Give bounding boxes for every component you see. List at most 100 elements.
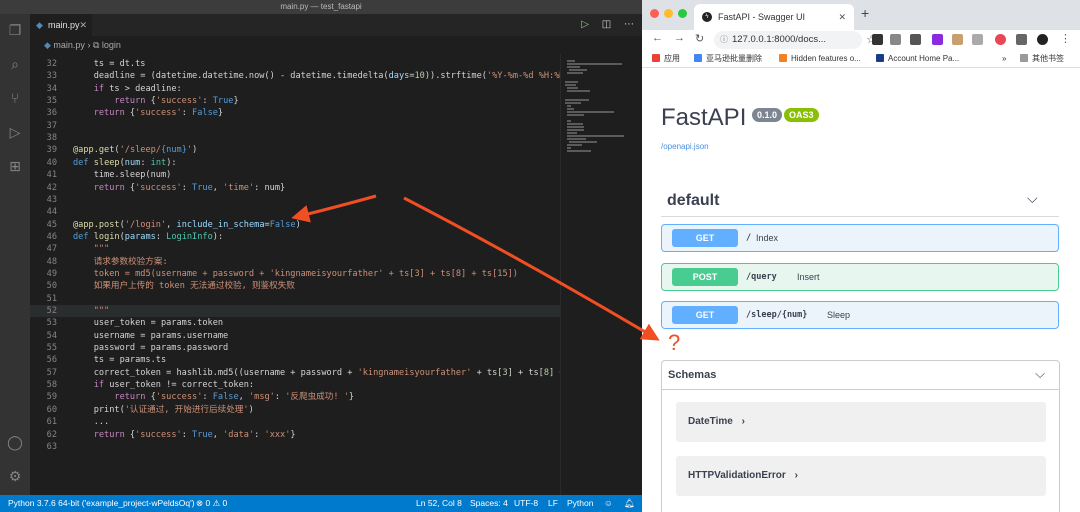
code-line[interactable]: 47 """ xyxy=(30,243,560,255)
operation-get-index[interactable]: GET / Index xyxy=(661,224,1059,252)
code-line[interactable]: 33 deadline = (datetime.datetime.now() -… xyxy=(30,70,560,82)
bookmark-other[interactable]: 其他书签 xyxy=(1020,50,1064,68)
info-icon[interactable]: ⓘ xyxy=(720,31,728,49)
run-icon[interactable]: ▷ xyxy=(581,19,589,30)
search-icon[interactable]: ⌕ xyxy=(7,56,23,72)
model-httpvalidationerror[interactable]: HTTPValidationError › xyxy=(676,456,1046,496)
status-language[interactable]: Python xyxy=(567,495,593,512)
chevron-down-icon[interactable]: ⌵ xyxy=(1027,190,1038,207)
code-line[interactable]: 46 def login(params: LoginInfo): xyxy=(30,231,560,243)
code-line[interactable]: 37 xyxy=(30,120,560,132)
openapi-json-link[interactable]: /openapi.json xyxy=(661,142,709,151)
code-line[interactable]: 57 correct_token = hashlib.md5((username… xyxy=(30,367,560,379)
feedback-icon[interactable]: ☺ xyxy=(604,495,613,512)
section-default-title[interactable]: default xyxy=(667,192,719,210)
code-line[interactable]: 32 ts = dt.ts xyxy=(30,58,560,70)
code-line[interactable]: 50 如果用户上传的 token 无法通过校验, 则鉴权失败 xyxy=(30,280,560,292)
line-number: 36 xyxy=(46,108,57,119)
code-line[interactable]: 42 return {'success': True, 'time': num} xyxy=(30,182,560,194)
explorer-icon[interactable]: ❐ xyxy=(7,22,23,38)
status-position[interactable]: Ln 52, Col 8 xyxy=(416,495,462,512)
code-line[interactable]: 60 print('认证通过, 开始进行后续处理') xyxy=(30,404,560,416)
run-debug-icon[interactable]: ▷ xyxy=(7,124,23,140)
code-line[interactable]: 54 username = params.username xyxy=(30,330,560,342)
split-editor-icon[interactable]: ◫ xyxy=(602,19,611,30)
code-line[interactable]: 62 return {'success': True, 'data': 'xxx… xyxy=(30,429,560,441)
maximize-window-icon[interactable] xyxy=(678,9,687,18)
code-line[interactable]: 56 ts = params.ts xyxy=(30,354,560,366)
extension-red-icon[interactable] xyxy=(995,34,1006,45)
browser-window: ϟ FastAPI - Swagger UI ✕ + ← → ↻ ⓘ 127.0… xyxy=(642,0,1080,512)
close-window-icon[interactable] xyxy=(650,9,659,18)
status-encoding[interactable]: UTF-8 xyxy=(514,495,538,512)
extension-box-icon[interactable] xyxy=(910,34,921,45)
operation-get-sleep[interactable]: GET /sleep/{num} Sleep xyxy=(661,301,1059,329)
operation-post-query[interactable]: POST /query Insert xyxy=(661,263,1059,291)
status-spaces[interactable]: Spaces: 4 xyxy=(470,495,508,512)
bookmarks-more[interactable]: » xyxy=(1002,50,1006,68)
minimap[interactable] xyxy=(560,54,642,495)
chevron-down-icon[interactable]: ⌵ xyxy=(1035,366,1045,382)
breadcrumb-symbol[interactable]: login xyxy=(102,40,121,50)
code-line[interactable]: 44 xyxy=(30,206,560,218)
code-text: """ xyxy=(93,306,110,316)
status-problems[interactable]: ⊗ 0 ⚠ 0 xyxy=(196,495,227,512)
code-line[interactable]: 38 xyxy=(30,132,560,144)
account-icon[interactable]: ◯ xyxy=(7,434,23,450)
extension-toggle-icon[interactable] xyxy=(972,34,983,45)
menu-kebab-icon[interactable]: ⋮ xyxy=(1060,32,1071,45)
extension-face-icon[interactable] xyxy=(952,34,963,45)
breadcrumb-file[interactable]: main.py xyxy=(53,40,85,50)
code-line[interactable]: 34 if ts > deadline: xyxy=(30,83,560,95)
more-actions-icon[interactable]: ⋯ xyxy=(624,19,634,30)
model-datetime[interactable]: DateTime › xyxy=(676,402,1046,442)
forward-icon[interactable]: → xyxy=(674,32,685,44)
code-editor[interactable]: 32 ts = dt.ts 33 deadline = (datetime.dat… xyxy=(30,54,560,495)
back-icon[interactable]: ← xyxy=(652,32,663,44)
browser-tab-swagger[interactable]: ϟ FastAPI - Swagger UI ✕ xyxy=(694,4,854,30)
address-bar[interactable]: ⓘ 127.0.0.1:8000/docs... ☆ xyxy=(714,31,876,49)
code-line[interactable]: 35 return {'success': True} xyxy=(30,95,560,107)
code-line[interactable]: 63 xyxy=(30,441,560,453)
new-tab-icon[interactable]: + xyxy=(861,5,869,21)
status-interpreter[interactable]: Python 3.7.6 64-bit ('example_project-wP… xyxy=(8,495,195,512)
line-number: 63 xyxy=(46,441,57,452)
code-line[interactable]: 61 ... xyxy=(30,416,560,428)
extension-shield-icon[interactable] xyxy=(890,34,901,45)
code-line[interactable]: 53 user_token = params.token xyxy=(30,317,560,329)
extensions-icon[interactable]: ⊞ xyxy=(7,158,23,174)
tab-main-py[interactable]: ◆ main.py ✕ xyxy=(30,14,92,36)
code-line[interactable]: 40 def sleep(num: int): xyxy=(30,157,560,169)
bookmark-account-home[interactable]: Account Home Pa... xyxy=(876,50,959,68)
source-control-icon[interactable]: ⑂ xyxy=(7,90,23,106)
bookmark-hidden-features[interactable]: Hidden features o... xyxy=(779,50,861,68)
code-line[interactable]: 55 password = params.password xyxy=(30,342,560,354)
code-line[interactable]: 39 @app.get('/sleep/{num}') xyxy=(30,144,560,156)
extensions-puzzle-icon[interactable] xyxy=(1016,34,1027,45)
reload-icon[interactable]: ↻ xyxy=(695,32,704,45)
schemas-title[interactable]: Schemas xyxy=(668,369,716,381)
code-line[interactable]: 49 token = md5(username + password + 'ki… xyxy=(30,268,560,280)
code-line[interactable]: 52 """ xyxy=(30,305,560,318)
close-tab-icon[interactable]: ✕ xyxy=(79,14,87,36)
method-badge: GET xyxy=(672,306,738,324)
code-line[interactable]: 58 if user_token != correct_token: xyxy=(30,379,560,391)
section-divider xyxy=(661,216,1059,217)
close-tab-icon[interactable]: ✕ xyxy=(838,4,846,30)
code-line[interactable]: 51 xyxy=(30,293,560,305)
bookmark-amazon[interactable]: 亚马逊批量删除 xyxy=(694,50,762,68)
notifications-icon[interactable]: 🔔︎ xyxy=(624,495,635,512)
code-line[interactable]: 45 @app.post('/login', include_in_schema=… xyxy=(30,219,560,231)
bookmark-apps[interactable]: 应用 xyxy=(652,50,680,68)
minimize-window-icon[interactable] xyxy=(664,9,673,18)
extension-n-icon[interactable] xyxy=(872,34,883,45)
code-line[interactable]: 41 time.sleep(num) xyxy=(30,169,560,181)
settings-gear-icon[interactable]: ⚙ xyxy=(7,468,23,484)
code-line[interactable]: 48 请求参数校验方案: xyxy=(30,256,560,268)
code-line[interactable]: 43 xyxy=(30,194,560,206)
code-line[interactable]: 36 return {'success': False} xyxy=(30,107,560,119)
extension-purple-icon[interactable] xyxy=(932,34,943,45)
profile-icon[interactable] xyxy=(1037,34,1048,45)
status-eol[interactable]: LF xyxy=(548,495,558,512)
code-line[interactable]: 59 return {'success': False, 'msg': '反爬虫… xyxy=(30,391,560,403)
